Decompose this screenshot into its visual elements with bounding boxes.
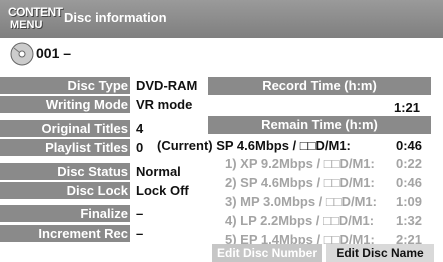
info-value-increment-rec: – bbox=[136, 226, 144, 241]
info-value-writing-mode: VR mode bbox=[136, 97, 193, 112]
menu-logo-line2: MENU bbox=[10, 19, 43, 31]
info-label-finalize: Finalize bbox=[0, 205, 130, 222]
info-label-disc-lock: Disc Lock bbox=[0, 182, 130, 199]
info-value-finalize: – bbox=[136, 206, 144, 221]
remain-row-current: (Current) SP 4.6Mbps / □□D/M1: bbox=[157, 138, 351, 153]
remain-time-sp: 0:46 bbox=[395, 175, 422, 190]
info-label-writing-mode: Writing Mode bbox=[0, 96, 130, 113]
content-menu-logo[interactable]: CONTENT MENU bbox=[6, 3, 63, 37]
remain-time-header: Remain Time (h:m) bbox=[208, 116, 431, 134]
remain-time-current: 0:46 bbox=[395, 138, 422, 153]
info-label-disc-status: Disc Status bbox=[0, 163, 130, 180]
record-time-header: Record Time (h:m) bbox=[208, 77, 431, 95]
remain-time-xp: 0:22 bbox=[395, 156, 422, 171]
record-time-value: 1:21 bbox=[393, 100, 420, 115]
edit-disc-name-button[interactable]: Edit Disc Name bbox=[326, 244, 434, 262]
disc-number: 001 – bbox=[36, 45, 72, 61]
menu-logo-line1: CONTENT bbox=[8, 5, 63, 19]
remain-row-xp: 1) XP 9.2Mbps / □□D/M1: bbox=[225, 156, 375, 171]
info-label-disc-type: Disc Type bbox=[0, 77, 130, 94]
remain-time-lp: 1:32 bbox=[395, 213, 422, 228]
info-label-increment-rec: Increment Rec bbox=[0, 225, 130, 242]
info-label-original-titles: Original Titles bbox=[0, 120, 130, 137]
disc-row: 001 – bbox=[6, 40, 443, 68]
info-value-disc-type: DVD-RAM bbox=[136, 78, 198, 93]
info-value-disc-lock: Lock Off bbox=[136, 183, 189, 198]
edit-disc-number-button[interactable]: Edit Disc Number bbox=[212, 244, 322, 262]
window-title: Disc information bbox=[64, 10, 167, 25]
info-value-original-titles: 4 bbox=[136, 121, 144, 136]
remain-row-mp: 3) MP 3.0Mbps / □□D/M1: bbox=[225, 194, 377, 209]
remain-row-lp: 4) LP 2.2Mbps / □□D/M1: bbox=[225, 213, 375, 228]
info-value-disc-status: Normal bbox=[136, 164, 181, 179]
info-value-playlist-titles: 0 bbox=[136, 140, 144, 155]
remain-time-mp: 1:09 bbox=[395, 194, 422, 209]
remain-row-sp: 2) SP 4.6Mbps / □□D/M1: bbox=[225, 175, 375, 190]
title-bar: CONTENT MENU Disc information bbox=[0, 0, 443, 38]
disc-icon bbox=[10, 42, 34, 66]
info-label-playlist-titles: Playlist Titles bbox=[0, 139, 130, 156]
